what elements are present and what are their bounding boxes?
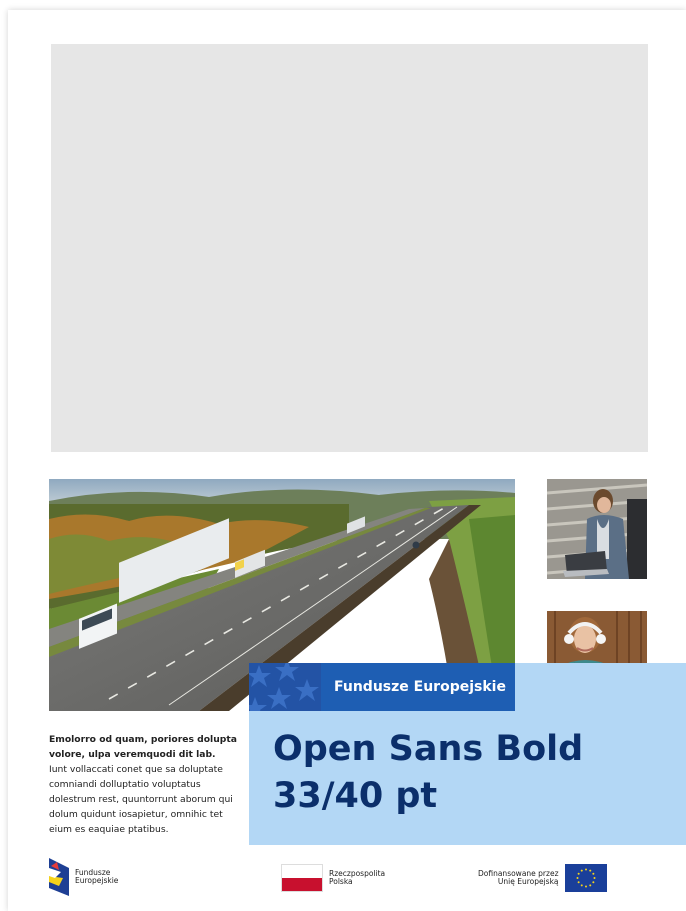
document-page: Fundusze Europejskie Open Sans Bold 33/4… [8,10,686,911]
body-rest: Iunt vollaccati conet que sa doluptate c… [49,764,233,835]
rzeczpospolita-polska-logo: Rzeczpospolita Polska [281,864,385,892]
eu-cofinancing-logo: Dofinansowane przez Unię Europejską [478,864,607,892]
eu-flag-icon [564,864,607,892]
body-text: Emolorro od quam, poriores dolupta volor… [49,732,239,837]
eu-star [580,884,583,887]
eu-logo-line-2: Unię Europejską [497,877,559,886]
page-heading: Open Sans Bold 33/40 pt [273,726,653,820]
eu-star [584,885,587,888]
fundusze-band: Fundusze Europejskie [249,663,515,711]
eu-star [588,869,591,872]
polish-flag-icon [281,864,323,892]
heading-line-1: Open Sans Bold [273,729,584,769]
eu-star [577,872,580,875]
band-label: Fundusze Europejskie [334,679,506,695]
woman-laptop-stadium-photo [547,479,647,579]
eu-star [584,868,587,871]
rp-logo-line-2: Polska [329,877,353,886]
fundusze-europejskie-logo: Fundusze Europejskie [49,858,118,896]
fundusze-europejskie-icon [49,858,69,896]
eu-star [588,884,591,887]
eu-star [593,877,596,879]
eu-star [580,869,583,872]
fe-logo-line-2: Europejskie [75,876,119,885]
eu-star [591,872,594,875]
image-placeholder [51,44,648,452]
heading-line-2: 33/40 pt [273,776,438,816]
stars-pattern-icon [249,663,321,711]
body-lead: Emolorro od quam, poriores dolupta volor… [49,734,237,760]
eu-star [577,881,580,884]
eu-star [591,881,594,884]
eu-star [576,877,579,879]
